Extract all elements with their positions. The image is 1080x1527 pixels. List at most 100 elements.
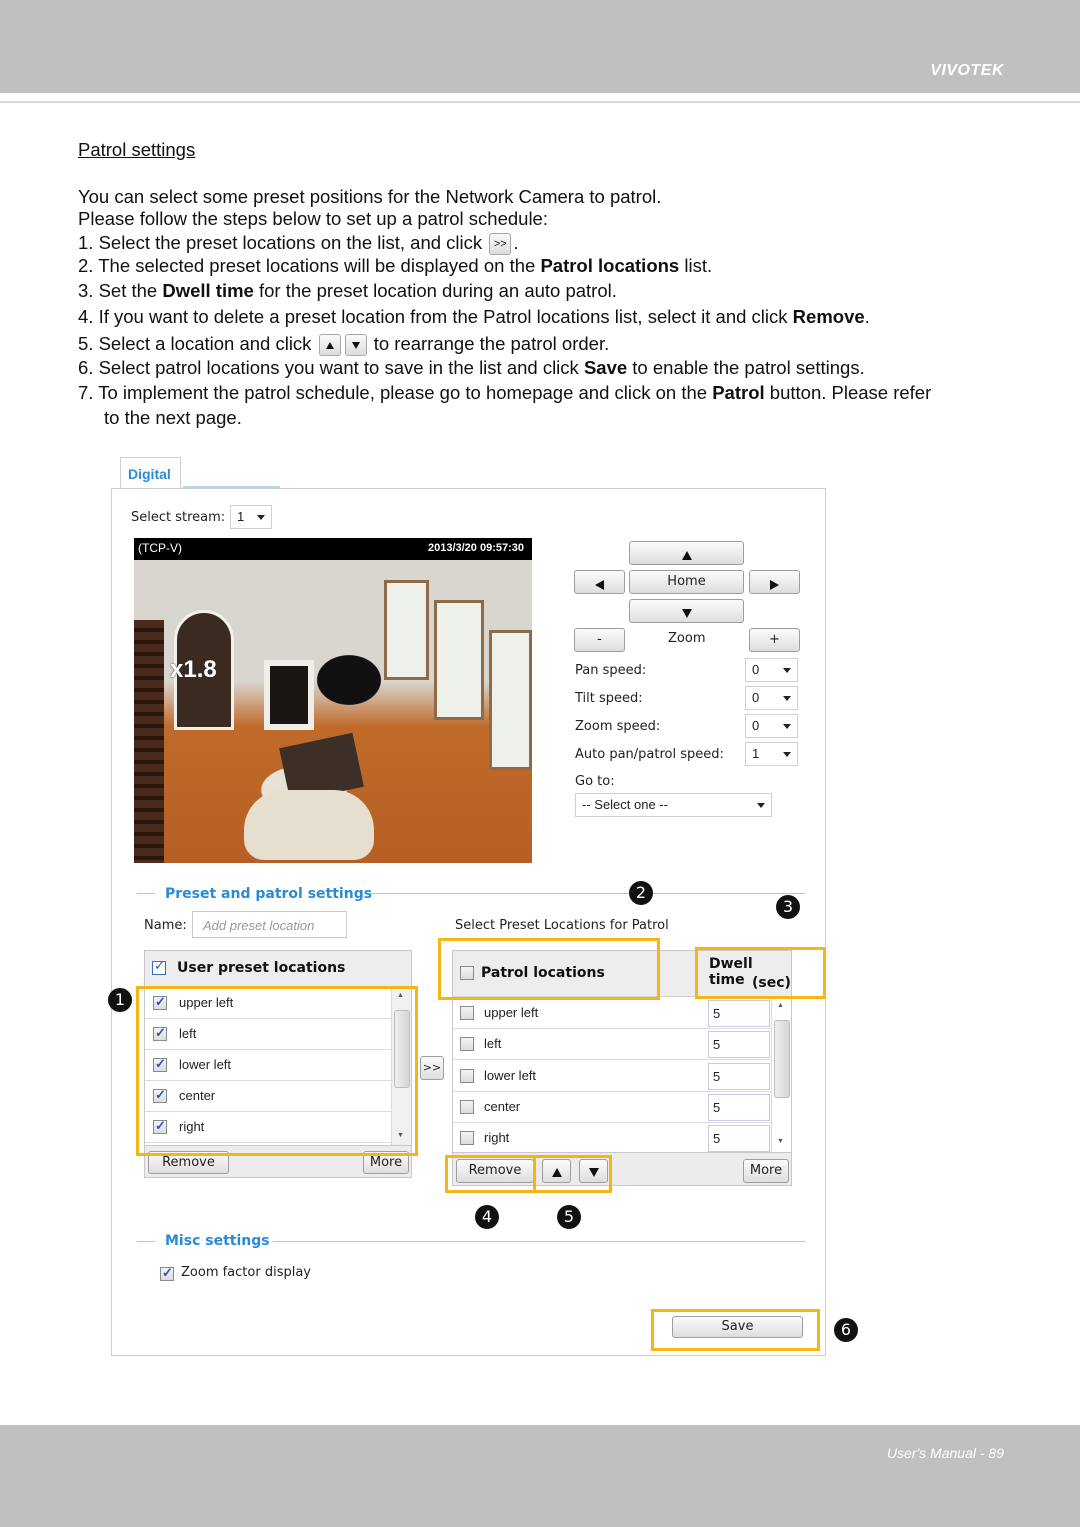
preset-name-input[interactable]: Add preset location bbox=[192, 911, 347, 938]
patrol-row[interactable]: right 5 bbox=[453, 1123, 771, 1154]
goto-value: -- Select one -- bbox=[582, 797, 668, 812]
image-sofa bbox=[244, 790, 374, 860]
fieldset-divider bbox=[273, 1241, 805, 1242]
stream-value: 1 bbox=[237, 509, 245, 524]
highlight-dwell-header bbox=[695, 947, 826, 999]
zoom-in-button[interactable]: + bbox=[749, 628, 800, 652]
step-2: 2. The selected preset locations will be… bbox=[78, 255, 712, 277]
home-button[interactable]: Home bbox=[629, 570, 744, 594]
tilt-down-button[interactable] bbox=[629, 599, 744, 623]
zoom-label: Zoom bbox=[668, 631, 706, 646]
dwell-input[interactable]: 5 bbox=[708, 1031, 770, 1058]
step-2-text: 2. The selected preset locations will be… bbox=[78, 255, 536, 276]
item-label: lower left bbox=[484, 1068, 537, 1083]
dwell-input[interactable]: 5 bbox=[708, 1094, 770, 1121]
item-checkbox[interactable] bbox=[460, 1037, 474, 1051]
goto-select[interactable]: -- Select one -- bbox=[575, 793, 772, 817]
brand-logo: VIVOTEK bbox=[930, 62, 1004, 79]
step-5: 5. Select a location and click to rearra… bbox=[78, 333, 610, 357]
step-6-end: to enable the patrol settings. bbox=[632, 357, 865, 378]
patrol-row[interactable]: upper left 5 bbox=[453, 998, 771, 1029]
item-label: upper left bbox=[484, 1005, 539, 1020]
patrol-row[interactable]: center 5 bbox=[453, 1092, 771, 1123]
video-view[interactable]: (TCP-V) 2013/3/20 09:57:30 x1.8 bbox=[134, 538, 532, 863]
callout-3: 3 bbox=[776, 895, 800, 919]
stream-label: Select stream: bbox=[131, 510, 226, 525]
step-2-end: list. bbox=[684, 255, 713, 276]
add-to-patrol-button[interactable]: >> bbox=[420, 1056, 444, 1080]
chevron-down-icon bbox=[757, 803, 765, 808]
inline-add-button-icon: >> bbox=[489, 233, 512, 256]
zoom-speed-select[interactable]: 0 bbox=[745, 714, 798, 738]
pan-right-button[interactable] bbox=[749, 570, 800, 594]
step-1-end: . bbox=[513, 232, 519, 253]
intro-line-1: You can select some preset positions for… bbox=[78, 186, 662, 207]
item-checkbox[interactable] bbox=[460, 1131, 474, 1145]
arrow-up-icon bbox=[681, 551, 692, 560]
chevron-down-icon bbox=[783, 724, 791, 729]
step-3-end: for the preset location during an auto p… bbox=[258, 280, 617, 301]
auto-speed-select[interactable]: 1 bbox=[745, 742, 798, 766]
step-6-text: 6. Select patrol locations you want to s… bbox=[78, 357, 579, 378]
step-4-bold: Remove bbox=[792, 306, 865, 327]
item-checkbox[interactable] bbox=[460, 1006, 474, 1020]
intro-line-2: Please follow the steps below to set up … bbox=[78, 208, 548, 229]
patrol-list-scrollbar[interactable]: ▲ ▼ bbox=[771, 998, 791, 1152]
callout-5: 5 bbox=[557, 1205, 581, 1229]
page-number: User's Manual - 89 bbox=[886, 1445, 1004, 1461]
item-checkbox[interactable] bbox=[460, 1100, 474, 1114]
pan-left-button[interactable] bbox=[574, 570, 625, 594]
step-1: 1. Select the preset locations on the li… bbox=[78, 232, 519, 256]
chevron-down-icon bbox=[783, 668, 791, 673]
zoom-factor-overlay: x1.8 bbox=[170, 656, 217, 683]
zoom-factor-display-label: Zoom factor display bbox=[181, 1265, 311, 1280]
page-header: VIVOTEK bbox=[0, 0, 1080, 93]
item-label: left bbox=[484, 1036, 502, 1051]
step-3-bold: Dwell time bbox=[162, 280, 254, 301]
step-6-bold: Save bbox=[583, 357, 628, 378]
auto-speed-label: Auto pan/patrol speed: bbox=[575, 747, 724, 762]
step-5-text: 5. Select a location and click bbox=[78, 333, 312, 354]
step-4-text: 4. If you want to delete a preset locati… bbox=[78, 306, 788, 327]
patrol-row[interactable]: lower left 5 bbox=[453, 1061, 771, 1092]
fieldset-divider bbox=[137, 1241, 155, 1242]
tilt-up-button[interactable] bbox=[629, 541, 744, 565]
zoom-factor-display-checkbox[interactable] bbox=[160, 1265, 174, 1281]
step-7-continued: to the next page. bbox=[104, 407, 242, 428]
tilt-speed-select[interactable]: 0 bbox=[745, 686, 798, 710]
scroll-up-icon[interactable]: ▲ bbox=[777, 1002, 784, 1009]
step-6: 6. Select patrol locations you want to s… bbox=[78, 357, 865, 379]
page-footer: User's Manual - 89 bbox=[0, 1425, 1080, 1527]
step-3-text: 3. Set the bbox=[78, 280, 158, 301]
step-4: 4. If you want to delete a preset locati… bbox=[78, 306, 870, 328]
highlight-save bbox=[651, 1309, 820, 1351]
image-window bbox=[384, 580, 429, 680]
scroll-thumb[interactable] bbox=[774, 1020, 790, 1098]
stream-select[interactable]: 1 bbox=[230, 505, 272, 529]
chevron-down-icon bbox=[783, 696, 791, 701]
item-checkbox[interactable] bbox=[460, 1069, 474, 1083]
patrol-row[interactable]: left 5 bbox=[453, 1029, 771, 1060]
arrow-left-icon bbox=[595, 579, 604, 590]
step-2-bold: Patrol locations bbox=[540, 255, 680, 276]
step-7-end: button. Please refer bbox=[769, 382, 932, 403]
image-window bbox=[434, 600, 484, 720]
video-status-bar: (TCP-V) 2013/3/20 09:57:30 bbox=[134, 538, 532, 560]
zoom-out-button[interactable]: - bbox=[574, 628, 625, 652]
user-list-header: User preset locations bbox=[145, 951, 411, 987]
pan-speed-select[interactable]: 0 bbox=[745, 658, 798, 682]
dwell-input[interactable]: 5 bbox=[708, 1000, 770, 1027]
dwell-input[interactable]: 5 bbox=[708, 1063, 770, 1090]
video-timestamp: 2013/3/20 09:57:30 bbox=[427, 542, 524, 554]
tab-digital[interactable]: Digital bbox=[120, 457, 181, 489]
step-5-end: to rearrange the patrol order. bbox=[373, 333, 610, 354]
dwell-input[interactable]: 5 bbox=[708, 1125, 770, 1152]
zoom-speed-label: Zoom speed: bbox=[575, 719, 661, 734]
chevron-down-icon bbox=[783, 752, 791, 757]
patrol-more-button[interactable]: More bbox=[743, 1159, 789, 1183]
highlight-patrol-header bbox=[438, 938, 660, 1000]
select-all-checkbox[interactable] bbox=[152, 959, 166, 975]
misc-section-title: Misc settings bbox=[165, 1233, 270, 1249]
scroll-down-icon[interactable]: ▼ bbox=[777, 1138, 784, 1145]
item-label: center bbox=[484, 1099, 521, 1114]
